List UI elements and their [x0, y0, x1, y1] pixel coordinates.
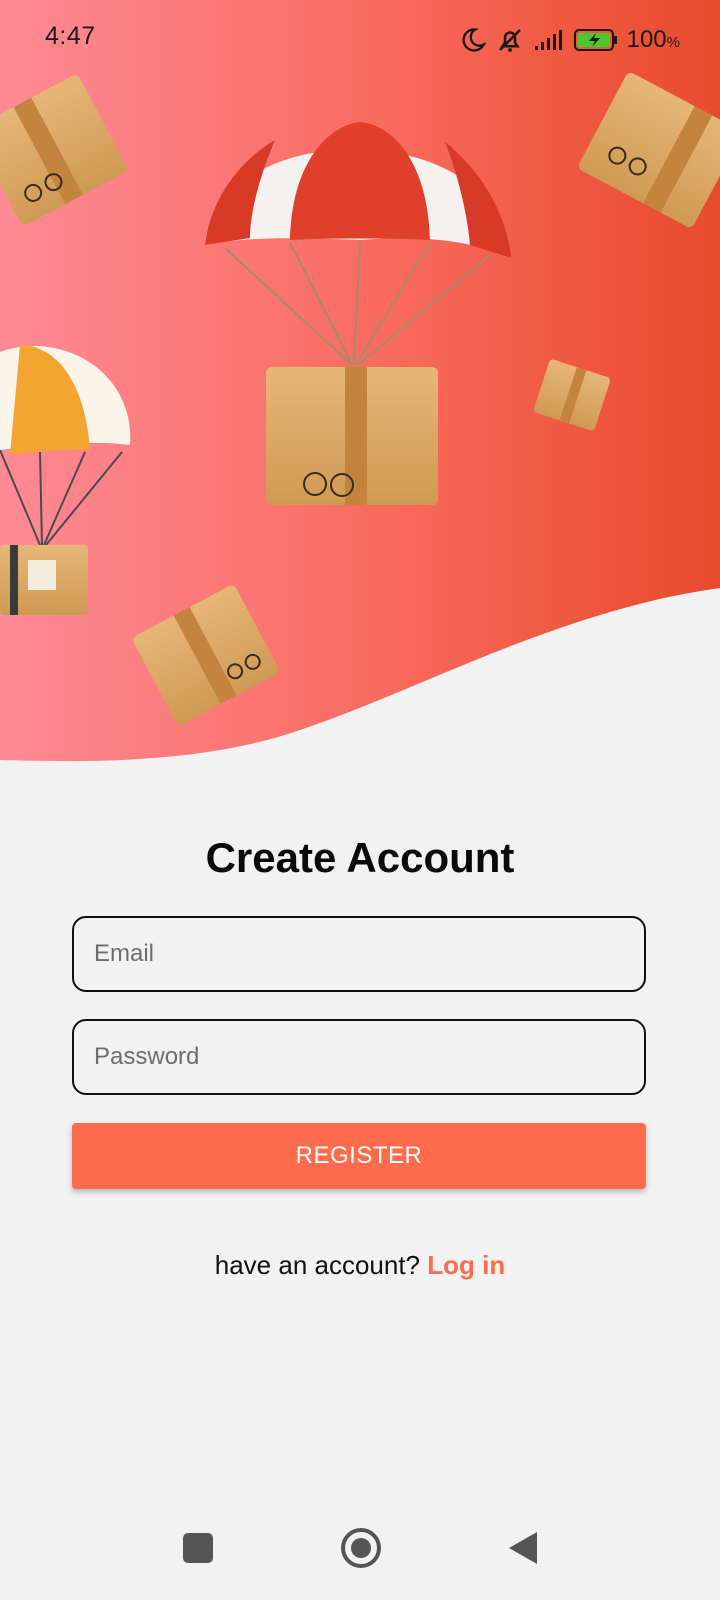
moon-icon: [459, 26, 487, 54]
system-nav-bar: [0, 1500, 720, 1600]
hero-banner: [0, 0, 720, 770]
status-bar: 4:47 100%: [0, 0, 720, 80]
password-field-container[interactable]: [72, 1019, 646, 1095]
recents-square-icon[interactable]: [180, 1530, 216, 1571]
back-triangle-icon[interactable]: [505, 1528, 541, 1573]
register-button[interactable]: REGISTER: [72, 1123, 646, 1189]
home-circle-icon[interactable]: [339, 1526, 383, 1575]
battery-percent: 100%: [626, 26, 680, 53]
status-time: 4:47: [45, 22, 96, 50]
battery-charging-icon: [573, 27, 619, 53]
status-icons: 100%: [459, 20, 680, 60]
login-prompt-row: have an account? Log in: [0, 1250, 720, 1281]
login-link[interactable]: Log in: [427, 1250, 505, 1280]
hero-illustration: [0, 0, 720, 762]
signal-icon: [533, 28, 565, 52]
login-prompt-text: have an account?: [214, 1250, 421, 1280]
email-field-container[interactable]: [72, 916, 646, 992]
email-input[interactable]: [74, 918, 644, 990]
password-input[interactable]: [74, 1021, 644, 1093]
page-title: Create Account: [205, 834, 515, 881]
bell-muted-icon: [495, 25, 525, 55]
